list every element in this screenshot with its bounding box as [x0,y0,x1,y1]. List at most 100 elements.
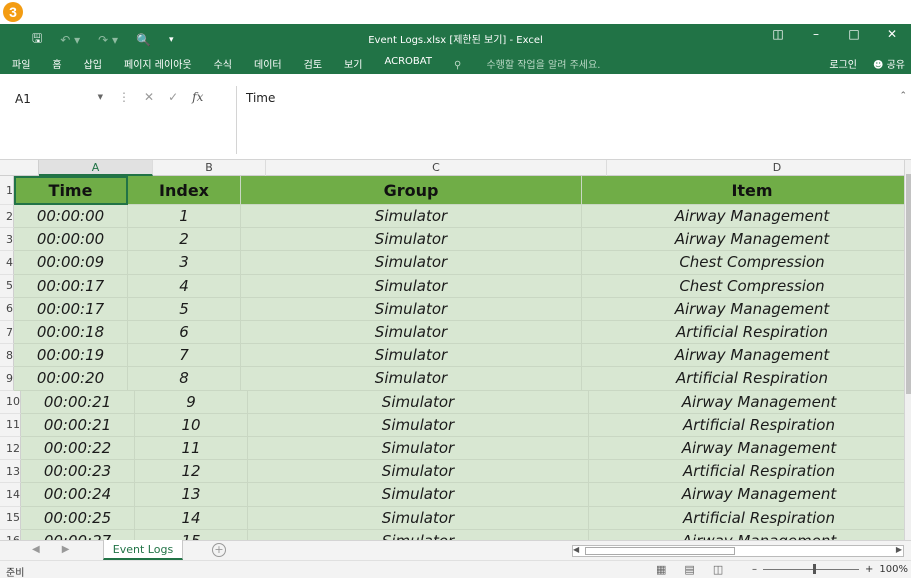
cell[interactable]: 00:00:17 [14,297,128,321]
page-layout-view-icon[interactable]: ▤ [684,563,694,576]
cell[interactable]: Simulator [241,251,582,275]
name-box[interactable]: A1 ▼ [14,88,110,110]
row-number[interactable]: 7 [0,321,14,345]
row-number[interactable]: 10 [0,390,21,414]
ribbon-display-options-icon[interactable]: ◫ [759,27,797,41]
tab-view[interactable]: 보기 [344,56,362,71]
header-cell[interactable]: Group [241,176,582,205]
next-sheet-icon[interactable]: ▶ [62,544,70,555]
row-number[interactable]: 2 [0,205,14,229]
zoom-in-icon[interactable]: + [865,564,873,575]
column-header-d[interactable]: D [607,160,904,176]
cell[interactable]: 15 [135,529,248,540]
cancel-icon[interactable]: ✕ [144,90,154,104]
page-break-view-icon[interactable]: ◫ [713,563,723,576]
cell[interactable]: Airway Management [589,437,904,461]
cell[interactable]: Airway Management [582,205,904,229]
cell[interactable]: Simulator [241,321,582,345]
zoom-thumb[interactable] [813,564,816,574]
cell[interactable]: Artificial Respiration [589,506,904,530]
enter-icon[interactable]: ✓ [168,90,178,104]
cell[interactable]: 5 [128,297,241,321]
cell[interactable]: Airway Management [589,483,904,507]
cell[interactable]: 4 [128,274,241,298]
cell[interactable]: 9 [135,390,248,414]
cell[interactable]: 00:00:20 [14,367,128,391]
close-button[interactable]: ✕ [873,27,911,41]
row-number[interactable]: 4 [0,251,14,275]
cell[interactable]: 00:00:09 [14,251,128,275]
cell[interactable]: 2 [128,228,241,252]
row-number[interactable]: 6 [0,297,14,321]
cell[interactable]: Simulator [241,367,582,391]
scroll-right-icon[interactable]: ▶ [896,545,902,554]
cell[interactable]: 3 [128,251,241,275]
row-number[interactable]: 12 [0,437,21,461]
cell[interactable]: 00:00:22 [21,437,135,461]
column-header-b[interactable]: B [153,160,266,176]
column-header-c[interactable]: C [266,160,607,176]
tab-acrobat[interactable]: ACROBAT [384,56,432,71]
horizontal-scrollbar[interactable]: ◀ ▶ [572,545,904,557]
cell[interactable]: Simulator [248,437,589,461]
row-number[interactable]: 8 [0,344,14,368]
collapse-formula-bar-icon[interactable]: ⌃ [899,91,907,101]
tab-data[interactable]: 데이터 [254,56,282,71]
tab-file[interactable]: 파일 [12,56,30,71]
row-number[interactable]: 14 [0,483,21,507]
cell[interactable]: 10 [135,413,248,437]
cell[interactable]: 1 [128,205,241,229]
row-number[interactable]: 5 [0,274,14,298]
header-cell[interactable]: Time [14,176,128,205]
cell[interactable]: 00:00:17 [14,274,128,298]
cell[interactable]: 11 [135,437,248,461]
tab-home[interactable]: 홈 [52,56,61,71]
cell[interactable]: 13 [135,483,248,507]
tab-review[interactable]: 검토 [304,56,322,71]
cell[interactable]: Simulator [248,506,589,530]
row-number[interactable]: 1 [0,176,14,205]
cell[interactable]: Artificial Respiration [589,460,904,484]
insert-function-icon[interactable]: fx [192,90,203,104]
cell[interactable]: Airway Management [582,228,904,252]
cell[interactable]: 00:00:21 [21,390,135,414]
cell[interactable]: Simulator [241,274,582,298]
cell[interactable]: Simulator [241,205,582,229]
cell[interactable]: Simulator [248,529,589,540]
zoom-out-icon[interactable]: – [752,564,757,575]
cell[interactable]: Airway Management [582,344,904,368]
formula-input[interactable]: Time [246,91,275,105]
select-all-corner[interactable] [0,160,39,176]
row-number[interactable]: 11 [0,413,21,437]
normal-view-icon[interactable]: ▦ [656,563,666,576]
tell-me-search[interactable]: ⚲ 수행할 작업을 알려 주세요. [454,56,622,71]
cell[interactable]: Simulator [241,228,582,252]
cell[interactable]: Simulator [248,460,589,484]
row-number[interactable]: 13 [0,460,21,484]
tab-insert[interactable]: 삽입 [84,56,102,71]
cell[interactable]: Airway Management [582,297,904,321]
header-cell[interactable]: Index [128,176,241,205]
cell[interactable]: 00:00:21 [21,413,135,437]
share-button[interactable]: ☻ 공유 [873,56,905,71]
zoom-slider[interactable] [763,564,859,574]
cell[interactable]: Simulator [248,413,589,437]
cell[interactable]: 8 [128,367,241,391]
tab-page-layout[interactable]: 페이지 레이아웃 [124,56,192,71]
sheet-tab-event-logs[interactable]: Event Logs [103,540,183,560]
cell[interactable]: Simulator [248,390,589,414]
hscroll-thumb[interactable] [585,547,735,555]
scroll-left-icon[interactable]: ◀ [573,545,579,554]
column-header-a[interactable]: A [39,160,153,176]
cell[interactable]: Artificial Respiration [582,367,904,391]
cell[interactable]: Artificial Respiration [589,413,904,437]
cell[interactable]: Simulator [248,483,589,507]
zoom-level[interactable]: 100% [879,564,908,575]
add-sheet-icon[interactable]: + [212,543,226,557]
cell[interactable]: 6 [128,321,241,345]
header-cell[interactable]: Item [582,176,904,205]
minimize-button[interactable]: – [797,27,835,41]
cell[interactable]: 00:00:27 [21,529,135,540]
cell[interactable]: 12 [135,460,248,484]
prev-sheet-icon[interactable]: ◀ [32,544,40,555]
